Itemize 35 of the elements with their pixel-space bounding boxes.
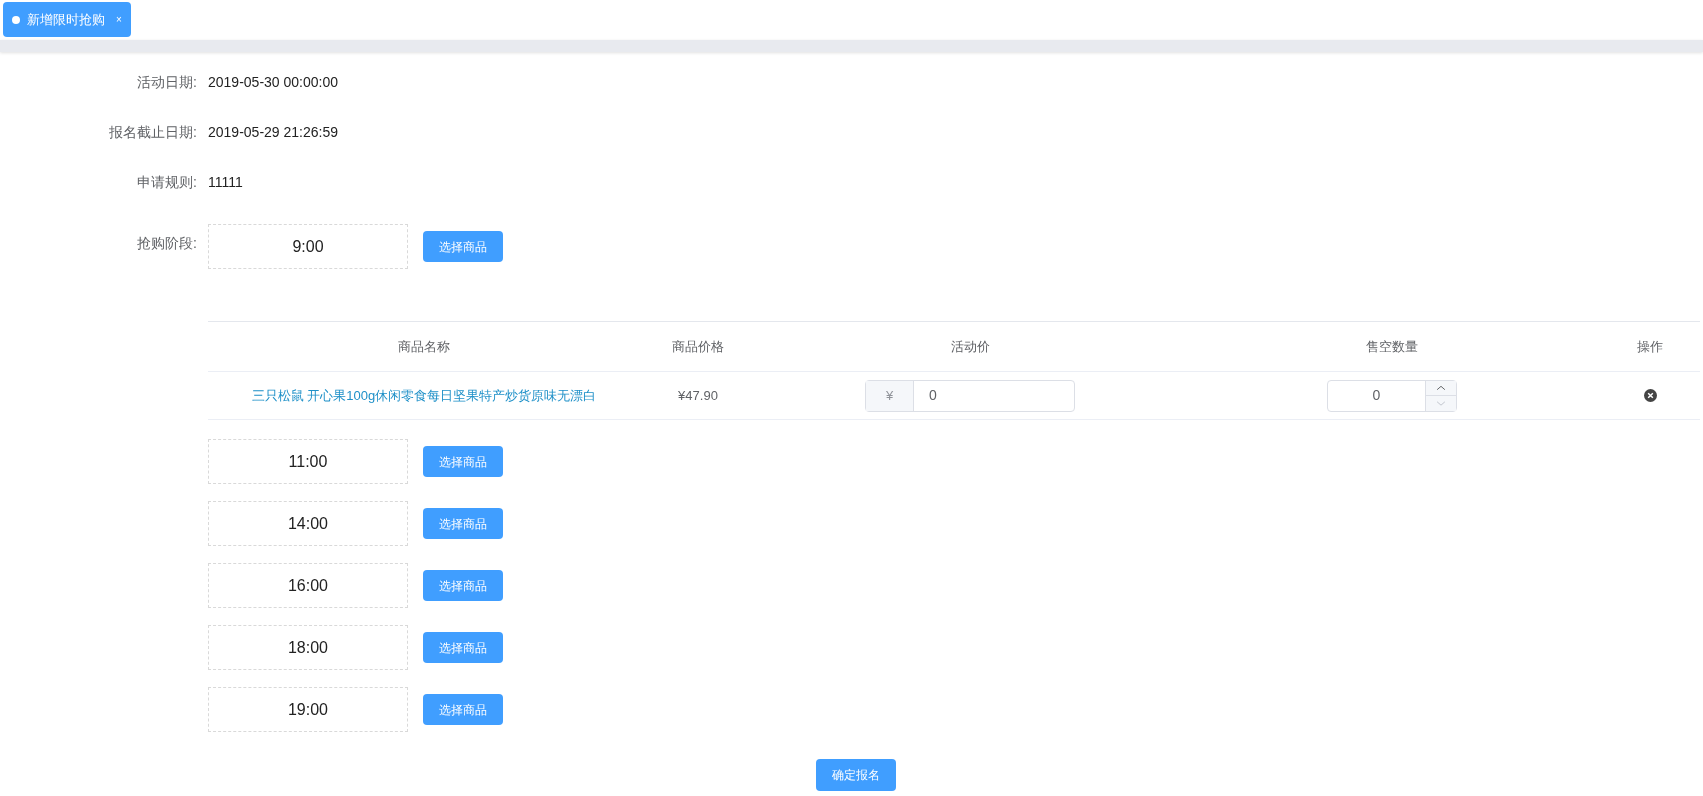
page-tab[interactable]: 新增限时抢购 × <box>3 2 131 37</box>
select-product-button[interactable]: 选择商品 <box>423 446 503 477</box>
field-label: 报名截止日期: <box>108 122 197 142</box>
confirm-signup-button[interactable]: 确定报名 <box>815 759 896 791</box>
column-header: 商品价格 <box>672 337 724 356</box>
activity-price-field[interactable]: ¥ 0 <box>865 379 1075 412</box>
time-slot-box: 16:00 <box>208 563 408 608</box>
remove-icon[interactable] <box>1643 389 1657 402</box>
column-header: 商品名称 <box>398 337 450 356</box>
select-product-button[interactable]: 选择商品 <box>423 570 503 601</box>
time-slot-box: 11:00 <box>208 439 408 484</box>
time-slot-box: 14:00 <box>208 501 408 546</box>
select-product-button[interactable]: 选择商品 <box>423 694 503 725</box>
quantity-stepper[interactable]: 0 <box>1327 379 1457 412</box>
product-name-link[interactable]: 三只松鼠 开心果100g休闲零食每日坚果特产炒货原味无漂白 <box>251 385 597 406</box>
column-header: 活动价 <box>950 337 990 356</box>
field-label: 活动日期: <box>136 72 197 92</box>
currency-prefix: ¥ <box>866 380 914 411</box>
select-product-button[interactable]: 选择商品 <box>423 508 503 539</box>
time-slot-box: 19:00 <box>208 687 408 732</box>
time-slot-box: 9:00 <box>208 224 408 269</box>
field-value: 2019-05-29 21:26:59 <box>208 122 338 142</box>
column-header: 操作 <box>1637 337 1663 356</box>
field-label: 抢购阶段: <box>137 235 197 251</box>
product-price: ¥47.90 <box>678 386 718 405</box>
time-slot-box: 18:00 <box>208 625 408 670</box>
field-value: 11111 <box>208 172 243 192</box>
select-product-button[interactable]: 选择商品 <box>423 231 503 262</box>
field-value: 2019-05-30 00:00:00 <box>208 72 338 92</box>
close-icon[interactable]: × <box>116 12 122 27</box>
quantity-value: 0 <box>1371 386 1382 405</box>
column-header: 售空数量 <box>1366 337 1418 356</box>
select-product-button[interactable]: 选择商品 <box>423 632 503 663</box>
activity-price-value: 0 <box>928 386 937 405</box>
field-label: 申请规则: <box>136 172 197 192</box>
